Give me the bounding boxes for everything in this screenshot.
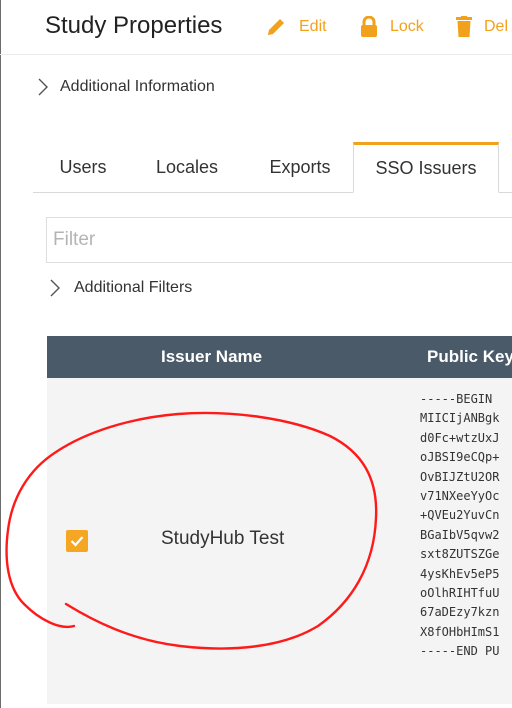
checkmark-icon — [70, 536, 84, 547]
tab-exports-label: Exports — [269, 156, 331, 177]
additional-filters-toggle[interactable]: Additional Filters — [50, 279, 192, 297]
additional-information-toggle[interactable]: Additional Information — [38, 78, 215, 96]
public-key-line: 4ysKhEv5eP5 — [420, 566, 500, 581]
page-header: Study Properties Edit Lock Del — [0, 0, 512, 55]
issuer-name-cell: StudyHub Test — [161, 528, 285, 549]
public-key-line: v71NXeeYyOc — [420, 489, 500, 504]
public-key-cell: -----BEGIN MIICIjANBgk d0Fc+wtzUxJ oJBSI… — [420, 390, 512, 662]
tab-bar: Users Locales Exports SSO Issuers — [33, 142, 512, 193]
table-header: Issuer Name Public Key — [47, 336, 512, 378]
public-key-line: -----END PU — [420, 644, 500, 659]
filter-input[interactable] — [47, 218, 512, 262]
column-header-issuer-name[interactable]: Issuer Name — [161, 336, 262, 378]
public-key-line: +QVEu2YuvCn — [420, 508, 500, 523]
column-header-public-key[interactable]: Public Key — [427, 336, 512, 378]
additional-filters-label: Additional Filters — [74, 279, 193, 296]
public-key-line: 67aDEzy7kzn — [420, 605, 500, 620]
chevron-right-icon — [50, 279, 60, 297]
public-key-line: oJBSI9eCQp+ — [420, 450, 500, 465]
tab-sso-issuers[interactable]: SSO Issuers — [353, 142, 499, 193]
public-key-line: -----BEGIN — [420, 392, 493, 406]
chevron-right-icon — [38, 78, 48, 96]
public-key-line: BGaIbV5qvw2 — [420, 527, 500, 542]
lock-label: Lock — [390, 18, 424, 35]
trash-icon — [456, 16, 472, 37]
public-key-line: MIICIjANBgk — [420, 411, 500, 426]
edit-label: Edit — [299, 18, 327, 35]
lock-icon — [361, 16, 377, 37]
row-checkbox[interactable] — [66, 530, 88, 552]
tab-locales[interactable]: Locales — [137, 142, 237, 192]
edit-button[interactable]: Edit — [265, 14, 327, 40]
public-key-line: X8fOHbHImS1 — [420, 624, 500, 639]
tab-users-label: Users — [59, 156, 107, 177]
lock-button[interactable]: Lock — [360, 14, 424, 40]
filter-field — [46, 217, 512, 263]
window-left-border — [0, 0, 1, 708]
public-key-line: oOlhRIHTfuU — [420, 586, 500, 601]
tab-exports[interactable]: Exports — [250, 142, 350, 192]
tab-users[interactable]: Users — [33, 142, 133, 192]
additional-information-label: Additional Information — [60, 78, 215, 95]
delete-button[interactable]: Del — [456, 14, 508, 40]
pencil-icon — [268, 19, 284, 35]
table-row[interactable]: StudyHub Test -----BEGIN MIICIjANBgk d0F… — [47, 378, 512, 704]
public-key-line: d0Fc+wtzUxJ — [420, 430, 500, 445]
delete-label: Del — [484, 18, 509, 35]
page-title: Study Properties — [45, 12, 223, 39]
public-key-line: OvBIJZtU2OR — [420, 469, 500, 484]
public-key-line: sxt8ZUTSZGe — [420, 547, 500, 562]
tab-locales-label: Locales — [155, 156, 219, 177]
tab-sso-issuers-label: SSO Issuers — [375, 158, 477, 178]
